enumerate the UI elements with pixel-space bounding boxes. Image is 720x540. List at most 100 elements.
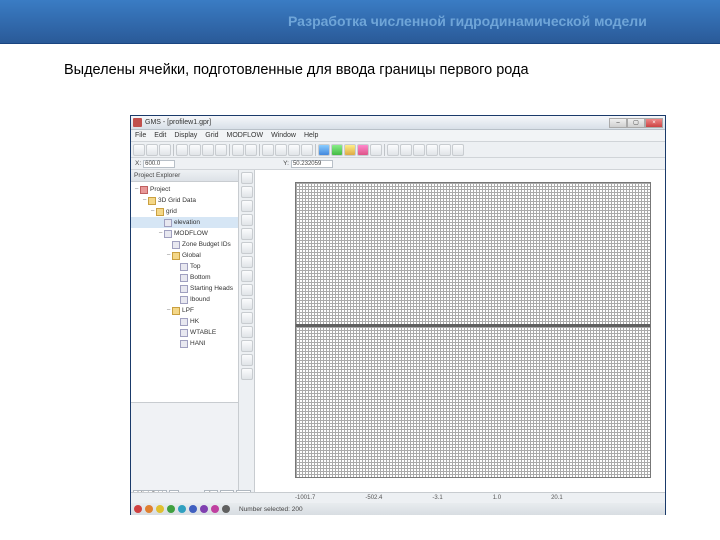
tb-layers-icon[interactable] <box>331 144 343 156</box>
menu-help[interactable]: Help <box>304 132 318 139</box>
tree-item[interactable]: − MODFLOW <box>131 228 238 239</box>
vt-select-icon[interactable] <box>241 172 253 184</box>
tb-opt4-icon[interactable] <box>426 144 438 156</box>
tb-bc-icon[interactable] <box>357 144 369 156</box>
vt-layer-icon[interactable] <box>241 270 253 282</box>
palette-orange-icon[interactable] <box>145 505 153 513</box>
project-tree[interactable]: −Project−3D Grid Data−gridelevation − MODF… <box>131 182 238 402</box>
vt-elem-icon[interactable] <box>241 298 253 310</box>
model-grid[interactable] <box>295 182 651 478</box>
tree-item[interactable]: Zone Budget IDs <box>131 239 238 250</box>
tree-node-icon <box>172 307 180 315</box>
palette-yellow-icon[interactable] <box>156 505 164 513</box>
tb-opt6-icon[interactable] <box>452 144 464 156</box>
vt-cell-icon[interactable] <box>241 228 253 240</box>
tree-item[interactable]: WTABLE <box>131 327 238 338</box>
palette-purple-icon[interactable] <box>200 505 208 513</box>
main-toolbar <box>131 142 665 158</box>
tb-open-icon[interactable] <box>146 144 158 156</box>
vt-pan-icon[interactable] <box>241 186 253 198</box>
tb-print-icon[interactable] <box>176 144 188 156</box>
vt-rotate-icon[interactable] <box>241 214 253 226</box>
menu-window[interactable]: Window <box>271 132 296 139</box>
tb-redo-icon[interactable] <box>245 144 257 156</box>
palette-magenta-icon[interactable] <box>211 505 219 513</box>
tree-item[interactable]: Bottom <box>131 272 238 283</box>
tree-item-label: MODFLOW <box>174 230 208 237</box>
coord-x-label: X: <box>135 160 141 167</box>
menu-file[interactable]: File <box>135 132 146 139</box>
vt-extra3-icon[interactable] <box>241 368 253 380</box>
tree-item[interactable]: Starting Heads <box>131 283 238 294</box>
tree-node-icon <box>180 296 188 304</box>
tb-opt3-icon[interactable] <box>413 144 425 156</box>
tb-opt5-icon[interactable] <box>439 144 451 156</box>
tb-opt1-icon[interactable] <box>387 144 399 156</box>
tree-item[interactable]: −Project <box>131 184 238 195</box>
menu-modflow[interactable]: MODFLOW <box>227 132 264 139</box>
ruler: -1001.7 -502.4 -3.1 1.0 20.1 <box>131 493 665 503</box>
tree-item[interactable]: −Global <box>131 250 238 261</box>
tb-run-icon[interactable] <box>370 144 382 156</box>
palette-grey-icon[interactable] <box>222 505 230 513</box>
tree-item[interactable]: elevation <box>131 217 238 228</box>
canvas[interactable] <box>255 170 665 492</box>
tb-copy-icon[interactable] <box>202 144 214 156</box>
tree-item-label: Ibound <box>190 296 210 303</box>
vt-zoom-icon[interactable] <box>241 200 253 212</box>
tb-save-icon[interactable] <box>159 144 171 156</box>
tb-view2-icon[interactable] <box>275 144 287 156</box>
maximize-button[interactable]: ▢ <box>627 118 645 128</box>
vt-col-icon[interactable] <box>241 256 253 268</box>
tb-paste-icon[interactable] <box>215 144 227 156</box>
titlebar[interactable]: GMS - [profilew1.gpr] – ▢ × <box>131 116 665 130</box>
close-button[interactable]: × <box>645 118 663 128</box>
palette-blue-icon[interactable] <box>189 505 197 513</box>
vt-extra1-icon[interactable] <box>241 340 253 352</box>
tree-twist-icon[interactable]: − <box>165 307 172 314</box>
tree-twist-icon[interactable]: − <box>149 208 156 215</box>
tb-undo-icon[interactable] <box>232 144 244 156</box>
coord-x-value[interactable]: 600.0 <box>143 160 175 168</box>
tb-materials-icon[interactable] <box>344 144 356 156</box>
tree-twist-icon[interactable]: − <box>165 252 172 259</box>
tree-twist-icon[interactable]: − <box>141 197 148 204</box>
tb-cut-icon[interactable] <box>189 144 201 156</box>
tree-twist-icon[interactable]: − <box>133 186 140 193</box>
tree-item[interactable]: − LPF <box>131 305 238 316</box>
minimize-button[interactable]: – <box>609 118 627 128</box>
palette-green-icon[interactable] <box>167 505 175 513</box>
tb-opt2-icon[interactable] <box>400 144 412 156</box>
tree-item[interactable]: −3D Grid Data <box>131 195 238 206</box>
palette-cyan-icon[interactable] <box>178 505 186 513</box>
tb-view4-icon[interactable] <box>301 144 313 156</box>
ruler-tick: -502.4 <box>365 495 382 501</box>
tb-view3-icon[interactable] <box>288 144 300 156</box>
menu-edit[interactable]: Edit <box>154 132 166 139</box>
tree-item[interactable]: −grid <box>131 206 238 217</box>
tree-item[interactable]: Ibound <box>131 294 238 305</box>
tree-item[interactable]: Top <box>131 261 238 272</box>
statusbar: Number selected: 200 <box>131 503 665 515</box>
app-window: GMS - [profilew1.gpr] – ▢ × File Edit Di… <box>130 115 666 515</box>
tb-mesh-icon[interactable] <box>318 144 330 156</box>
vt-extra2-icon[interactable] <box>241 354 253 366</box>
tree-twist-icon[interactable]: − <box>157 230 164 237</box>
selected-row <box>296 324 650 327</box>
tree-item-label: LPF <box>182 307 194 314</box>
palette-red-icon[interactable] <box>134 505 142 513</box>
vt-row-icon[interactable] <box>241 242 253 254</box>
vt-node-icon[interactable] <box>241 284 253 296</box>
tree-item-label: WTABLE <box>190 329 216 336</box>
tree-node-icon <box>180 285 188 293</box>
tb-view1-icon[interactable] <box>262 144 274 156</box>
tb-new-icon[interactable] <box>133 144 145 156</box>
vt-face-icon[interactable] <box>241 312 253 324</box>
tree-item[interactable]: HK <box>131 316 238 327</box>
menu-grid[interactable]: Grid <box>205 132 218 139</box>
menu-display[interactable]: Display <box>174 132 197 139</box>
coord-y-value[interactable]: 50.232059 <box>291 160 333 168</box>
tree-item[interactable]: HANI <box>131 338 238 349</box>
vt-edge-icon[interactable] <box>241 326 253 338</box>
tree-item-label: Bottom <box>190 274 211 281</box>
